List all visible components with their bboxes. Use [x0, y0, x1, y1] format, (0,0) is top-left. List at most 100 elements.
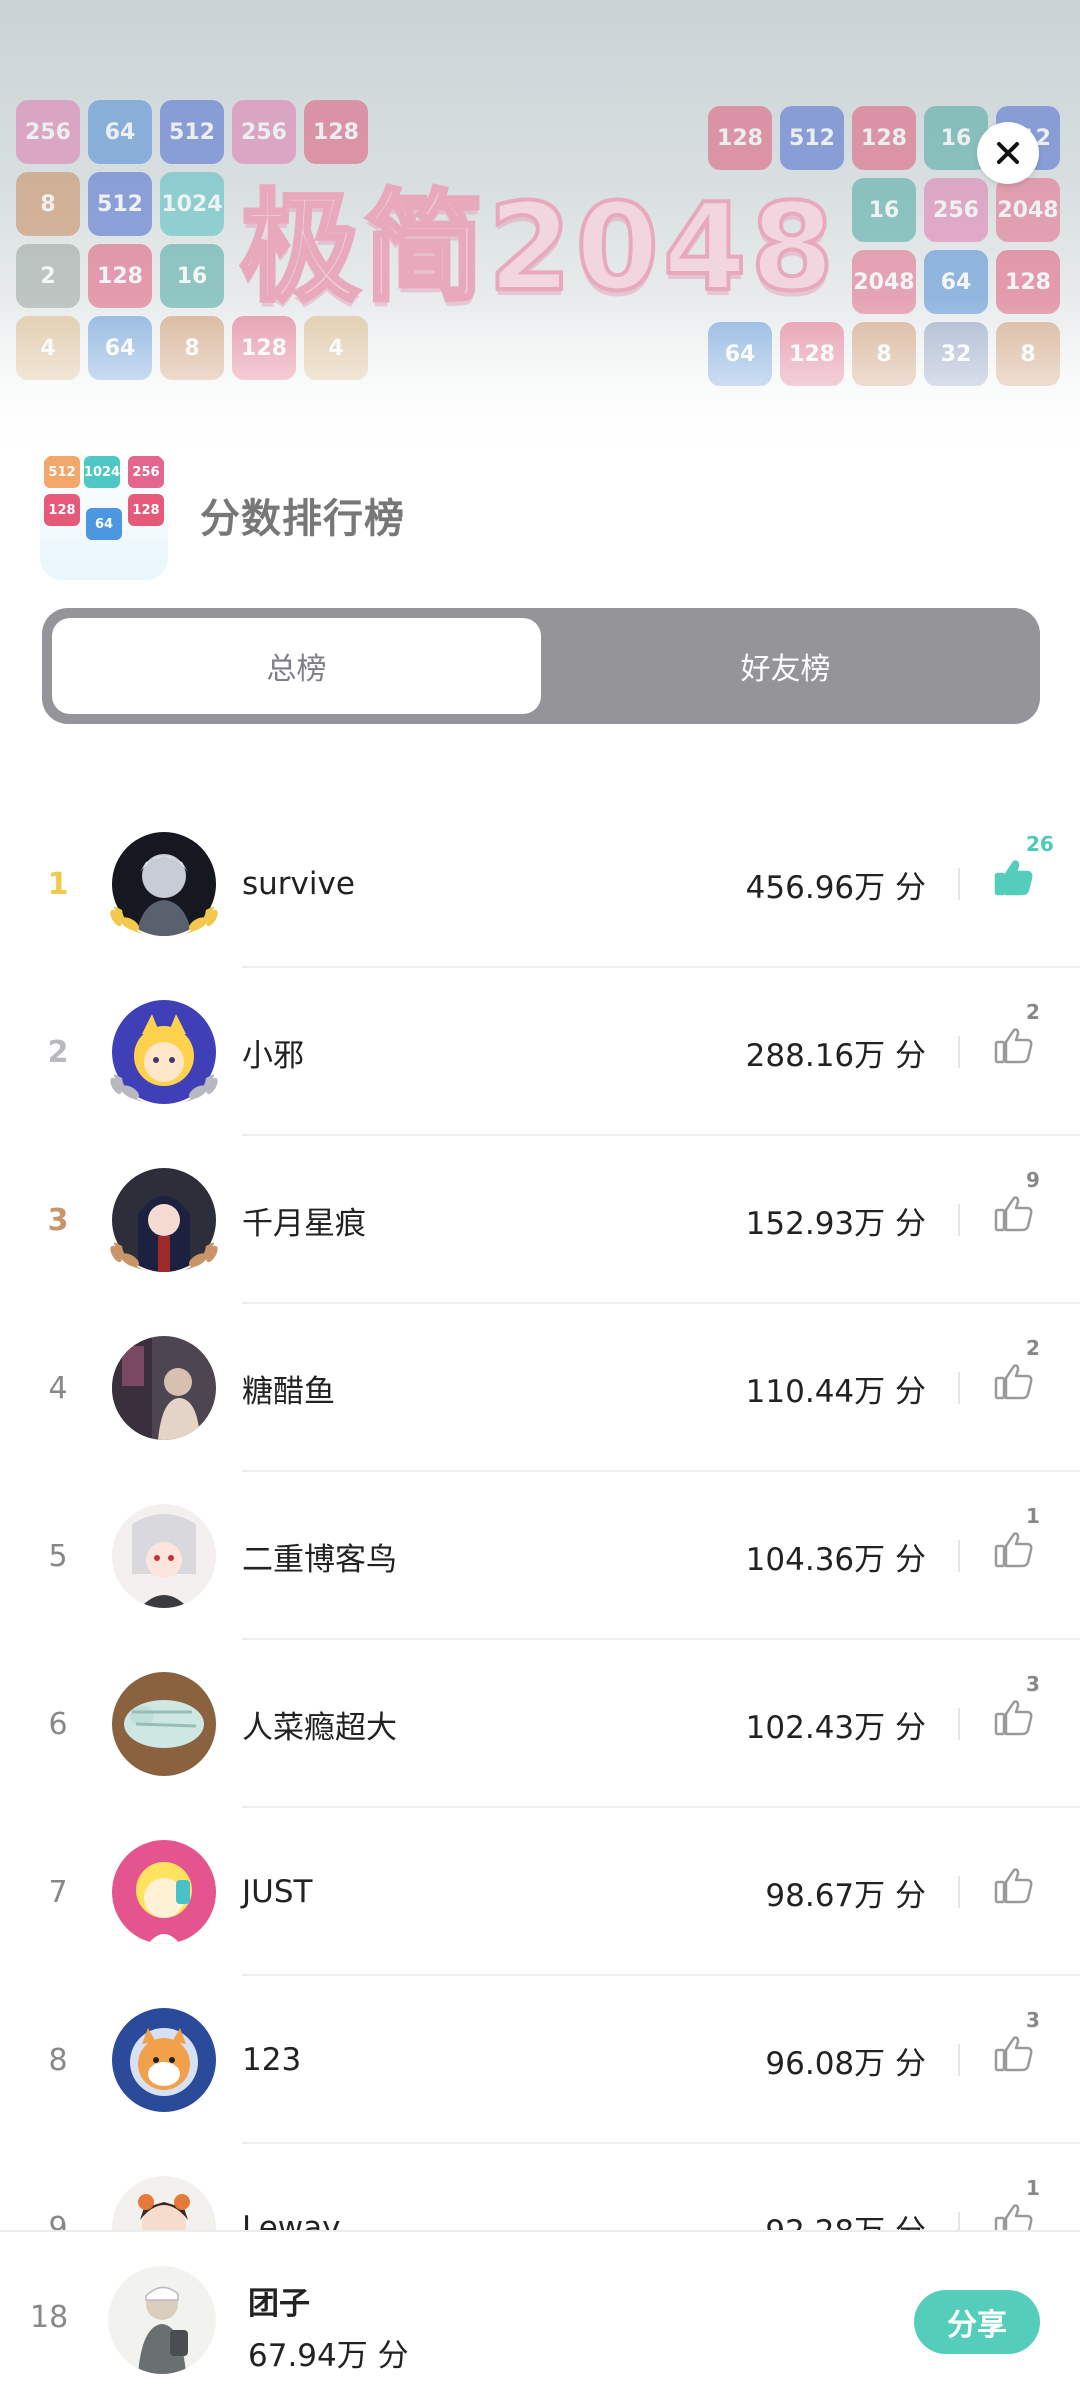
my-rank-bar: 18 团子 67.94万 分 分享: [0, 2230, 1080, 2400]
app-icon-tile: 64: [86, 508, 122, 540]
leaderboard-row[interactable]: 7 JUST 98.67万 分: [0, 1808, 1080, 1976]
player-name: survive: [242, 866, 355, 902]
my-avatar: [108, 2266, 216, 2374]
player-score: 288.16万 分: [745, 1037, 926, 1074]
like-button[interactable]: [992, 1696, 1052, 1752]
like-count: 26: [1026, 832, 1054, 856]
rank-number: 1: [47, 866, 69, 902]
banner-tile: 512: [160, 100, 224, 164]
like-count: 9: [1026, 1168, 1040, 1192]
app-icon-tile: 512: [44, 456, 80, 488]
player-score: 102.43万 分: [745, 1709, 926, 1746]
my-rank: 18: [30, 2299, 69, 2335]
page-title: 分数排行榜: [200, 496, 405, 542]
player-name: 糖醋鱼: [242, 1373, 335, 1410]
app-icon-tile: 256: [128, 456, 164, 488]
rank-number: 8: [48, 2042, 68, 2078]
leaderboard-row[interactable]: 8 123 96.08万 分 3: [0, 1976, 1080, 2144]
leaderboard-row[interactable]: 4 糖醋鱼 110.44万 分 2: [0, 1304, 1080, 1472]
divider: [958, 1708, 960, 1740]
laurel-icon: [100, 1236, 228, 1276]
divider: [958, 1204, 960, 1236]
laurel-icon: [100, 900, 228, 940]
close-icon: [997, 142, 1019, 164]
banner-tile: 256: [16, 100, 80, 164]
leaderboard-row[interactable]: 5 二重博客鸟 104.36万 分 1: [0, 1472, 1080, 1640]
avatar[interactable]: [112, 1840, 216, 1944]
leaderboard-tabs: 总榜 好友榜: [42, 608, 1040, 724]
divider: [958, 2044, 960, 2076]
banner-tile: 16: [852, 178, 916, 242]
banner-tile: 128: [852, 106, 916, 170]
player-name: 二重博客鸟: [242, 1541, 397, 1578]
banner-tile: 1024: [160, 172, 224, 236]
like-count: 3: [1026, 2008, 1040, 2032]
divider: [958, 868, 960, 900]
share-button[interactable]: 分享: [914, 2290, 1040, 2354]
my-score: 67.94万 分: [248, 2338, 409, 2374]
avatar[interactable]: [112, 1504, 216, 1608]
thumbs-up-icon: [992, 1364, 1036, 1408]
app-icon-tile: 1024: [84, 456, 120, 488]
thumbs-up-icon: [992, 1028, 1036, 1072]
like-count: 2: [1026, 1336, 1040, 1360]
tab-friends[interactable]: 好友榜: [541, 618, 1030, 714]
rank-number: 2: [47, 1034, 69, 1070]
player-name: 小邪: [242, 1037, 304, 1074]
my-name: 团子: [248, 2286, 310, 2322]
banner-tile: 2: [16, 244, 80, 308]
divider: [958, 1372, 960, 1404]
like-count: 3: [1026, 1672, 1040, 1696]
divider: [958, 1036, 960, 1068]
leaderboard-row[interactable]: 1 survive 456.96万 分 26: [0, 800, 1080, 968]
like-count: 1: [1026, 2176, 1040, 2200]
banner-tile: 8: [16, 172, 80, 236]
thumbs-up-icon: [992, 1700, 1036, 1744]
like-button[interactable]: [992, 2032, 1052, 2088]
player-score: 96.08万 分: [765, 2045, 926, 2082]
leaderboard-row[interactable]: 2 小邪 288.16万 分 2: [0, 968, 1080, 1136]
thumbs-up-icon: [992, 2036, 1036, 2080]
thumbs-up-icon: [992, 1868, 1036, 1912]
avatar[interactable]: [112, 1336, 216, 1440]
banner-fade: [0, 300, 1080, 470]
banner-tile: 128: [88, 244, 152, 308]
rank-number: 4: [48, 1370, 68, 1406]
like-button[interactable]: [992, 1024, 1052, 1080]
player-name: 人菜瘾超大: [242, 1709, 397, 1746]
rank-number: 3: [47, 1202, 69, 1238]
player-score: 152.93万 分: [745, 1205, 926, 1242]
header-banner: 256645122561288512102421281646481284 128…: [0, 0, 1080, 470]
avatar[interactable]: [112, 2008, 216, 2112]
player-name: JUST: [242, 1874, 313, 1910]
thumbs-up-icon: [992, 1532, 1036, 1576]
thumbs-up-icon: [992, 1196, 1036, 1240]
rank-number: 5: [48, 1538, 68, 1574]
app-icon-tile: 128: [44, 494, 80, 526]
like-count: 1: [1026, 1504, 1040, 1528]
player-score: 98.67万 分: [765, 1877, 926, 1914]
laurel-icon: [100, 1068, 228, 1108]
like-button[interactable]: [992, 856, 1052, 912]
banner-tile: 16: [160, 244, 224, 308]
banner-tile: 64: [88, 100, 152, 164]
leaderboard-row[interactable]: 6 人菜瘾超大 102.43万 分 3: [0, 1640, 1080, 1808]
banner-tile: 2048: [996, 178, 1060, 242]
divider: [958, 1540, 960, 1572]
like-button[interactable]: [992, 1192, 1052, 1248]
avatar[interactable]: [112, 1672, 216, 1776]
close-button[interactable]: [977, 122, 1039, 184]
like-button[interactable]: [992, 1864, 1052, 1920]
rank-number: 7: [48, 1874, 68, 1910]
leaderboard-row[interactable]: 3 千月星痕 152.93万 分 9: [0, 1136, 1080, 1304]
app-icon: 512 1024 256 128 64 128: [40, 452, 168, 580]
player-score: 110.44万 分: [745, 1373, 926, 1410]
tab-overall[interactable]: 总榜: [52, 618, 541, 714]
divider: [958, 1876, 960, 1908]
player-score: 104.36万 分: [745, 1541, 926, 1578]
like-button[interactable]: [992, 1528, 1052, 1584]
leaderboard-list: 1 survive 456.96万 分 26 2 小邪 288.16万 分 2 3 千月星痕 152…: [0, 800, 1080, 2312]
like-button[interactable]: [992, 1360, 1052, 1416]
app-icon-tile: 128: [128, 494, 164, 526]
game-logo-title: 极简2048: [238, 177, 838, 320]
